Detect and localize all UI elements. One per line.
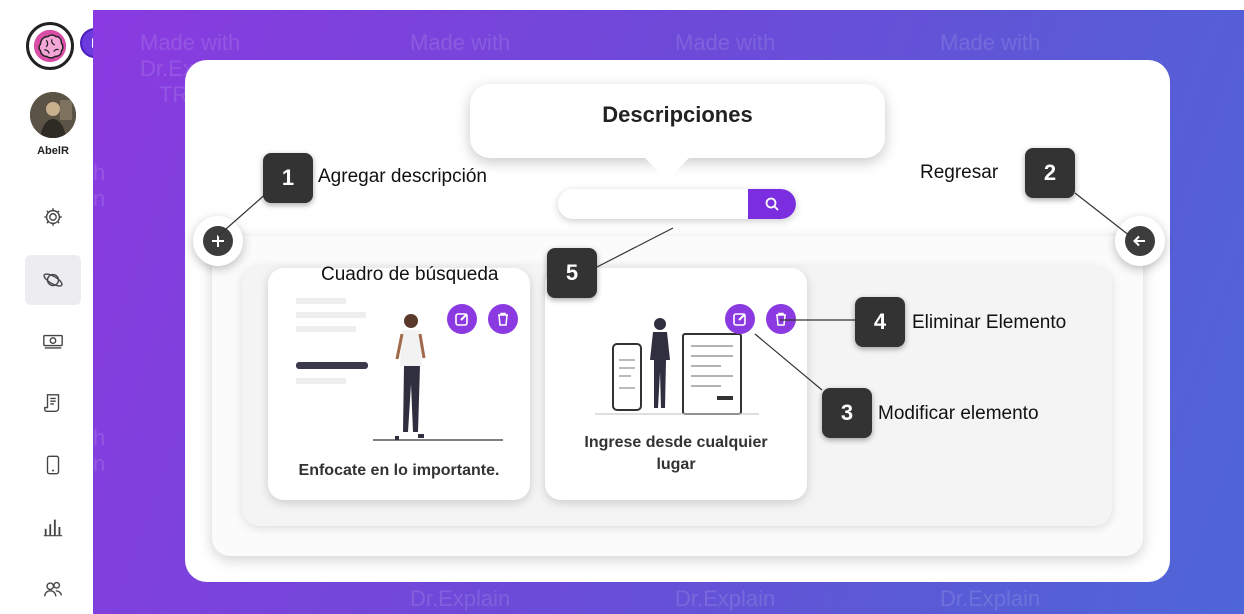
edit-icon: [455, 313, 468, 326]
sidebar-item-receipt[interactable]: [25, 378, 81, 428]
user-name: AbelR: [37, 145, 69, 157]
arrow-left-icon: [1133, 235, 1145, 247]
sidebar-item-money[interactable]: [25, 316, 81, 366]
add-description-button[interactable]: [193, 216, 243, 266]
search-box: [558, 189, 796, 219]
search-button[interactable]: [748, 189, 796, 219]
sidebar-item-users[interactable]: [25, 564, 81, 614]
brain-logo-icon[interactable]: [26, 22, 74, 70]
edit-button[interactable]: [725, 304, 755, 334]
delete-button[interactable]: [488, 304, 518, 334]
sidebar-item-stats[interactable]: [25, 502, 81, 552]
sidebar-item-mobile[interactable]: [25, 440, 81, 490]
trash-icon: [776, 312, 786, 326]
mobile-icon: [46, 455, 60, 475]
search-input[interactable]: [558, 189, 748, 219]
callout-number: 1: [263, 153, 313, 203]
title-bubble: Descripciones: [470, 84, 885, 180]
callout-label: Cuadro de búsqueda: [321, 264, 499, 285]
avatar[interactable]: [30, 92, 76, 138]
card-caption: Ingrese desde cualquier lugar: [584, 434, 768, 473]
plus-icon: [212, 235, 224, 247]
planet-icon: [43, 273, 63, 287]
search-icon: [765, 197, 779, 211]
money-icon: [43, 334, 63, 349]
back-button[interactable]: [1115, 216, 1165, 266]
edit-button[interactable]: [447, 304, 477, 334]
page-title: Descripciones: [602, 102, 753, 127]
description-card[interactable]: Ingrese desde cualquier lugar: [545, 268, 807, 500]
card-caption: Enfocate en lo importante.: [298, 462, 500, 479]
sidebar: AbelR: [0, 0, 110, 614]
callout-label: Regresar: [920, 162, 999, 183]
edit-icon: [733, 313, 746, 326]
callout-number: 4: [855, 297, 905, 347]
callout-number: 3: [822, 388, 872, 438]
callout-label: Eliminar Elemento: [912, 312, 1067, 333]
trash-icon: [498, 312, 508, 326]
users-icon: [44, 581, 62, 597]
sidebar-item-planet[interactable]: [25, 255, 81, 305]
callout-number: 5: [547, 248, 597, 298]
receipt-icon: [44, 394, 60, 412]
sidebar-item-settings[interactable]: [25, 192, 81, 242]
callout-label: Agregar descripción: [318, 166, 487, 187]
callout-number: 2: [1025, 148, 1075, 198]
callout-label: Modificar elemento: [878, 403, 1039, 424]
gear-icon: [44, 208, 62, 226]
bar-chart-icon: [43, 519, 63, 537]
delete-button[interactable]: [766, 304, 796, 334]
description-card[interactable]: Enfocate en lo importante.: [268, 268, 530, 500]
